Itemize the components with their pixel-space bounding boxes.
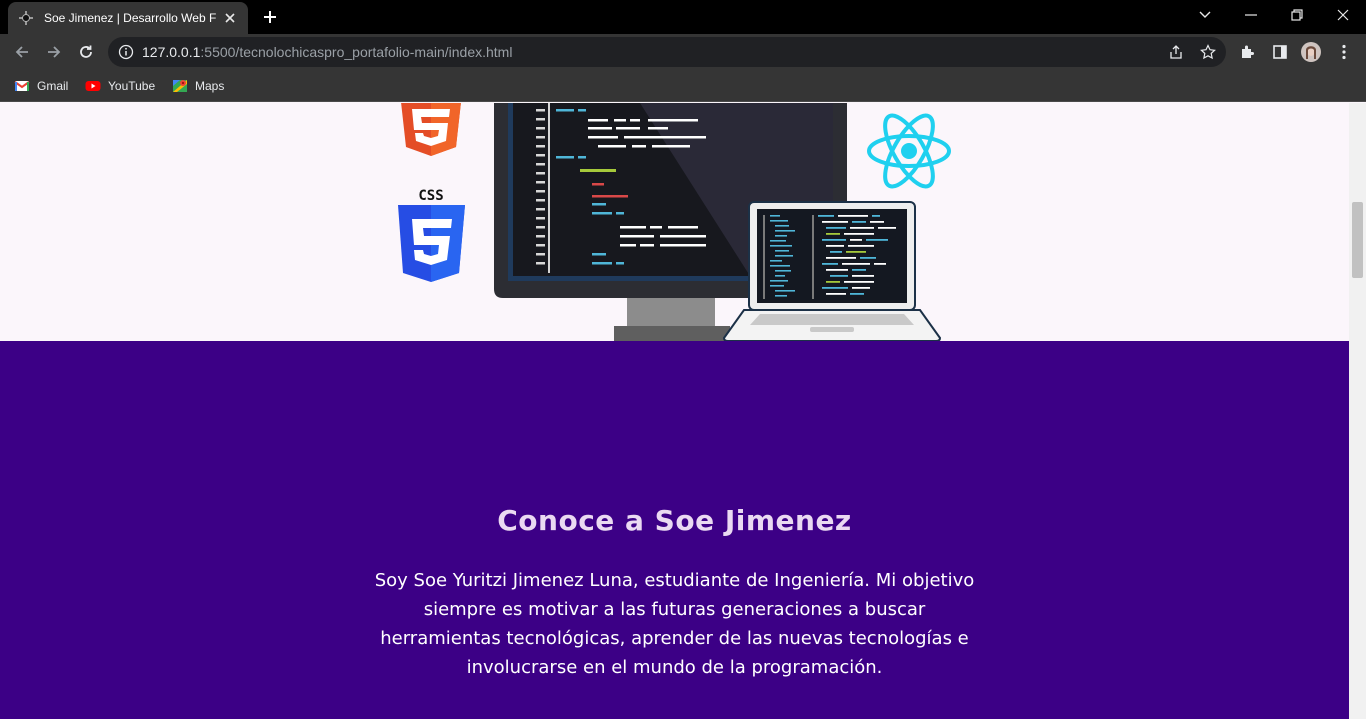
site-favicon-icon [18,10,34,26]
bookmark-label: Gmail [37,79,69,93]
hero-illustration: CSS [398,103,951,341]
browser-tab[interactable]: Soe Jimenez | Desarrollo Web Fro [8,2,248,34]
page-viewport: CSS Conoce a Soe Jimenez Soy Soe Yuritzi… [0,103,1349,719]
minimize-icon[interactable] [1228,0,1274,30]
tab-strip: Soe Jimenez | Desarrollo Web Fro [0,0,1366,34]
css3-logo-icon: CSS [398,188,465,282]
url-text: 127.0.0.1:5500/tecnolochicaspro_portafol… [142,44,513,60]
about-description: Soy Soe Yuritzi Jimenez Luna, estudiante… [374,570,975,678]
tab-search-chevron-icon[interactable] [1182,0,1228,30]
extensions-puzzle-icon[interactable] [1238,42,1258,62]
bookmarks-bar: Gmail YouTube Maps [0,70,1366,102]
bookmark-youtube[interactable]: YouTube [85,76,155,96]
css-badge-label: CSS [418,188,443,204]
restore-icon[interactable] [1274,0,1320,30]
react-logo-icon [867,113,951,189]
address-bar[interactable]: 127.0.0.1:5500/tecnolochicaspro_portafol… [108,37,1226,67]
profile-avatar[interactable] [1301,42,1321,62]
reload-icon[interactable] [72,38,100,66]
bookmark-gmail[interactable]: Gmail [14,76,68,96]
bookmark-star-icon[interactable] [1198,42,1218,62]
browser-toolbar: 127.0.0.1:5500/tecnolochicaspro_portafol… [0,34,1366,70]
scrollbar-thumb[interactable] [1352,202,1363,278]
about-title: Conoce a Soe Jimenez [497,504,852,537]
plus-icon[interactable] [258,6,282,28]
more-menu-icon[interactable] [1334,42,1354,62]
bookmark-label: YouTube [108,79,156,93]
forward-arrow-icon[interactable] [40,38,68,66]
close-window-icon[interactable] [1320,0,1366,30]
share-icon[interactable] [1166,42,1186,62]
bookmark-maps[interactable]: Maps [172,76,224,96]
html5-logo-icon [401,103,461,156]
page-scrollbar[interactable] [1349,103,1366,719]
laptop-icon [722,201,942,341]
youtube-icon [85,81,101,91]
close-icon[interactable] [222,10,238,26]
bookmark-label: Maps [195,79,225,93]
gmail-icon [14,81,30,91]
about-section: Conoce a Soe Jimenez Soy Soe Yuritzi Jim… [0,341,1349,719]
tab-title: Soe Jimenez | Desarrollo Web Fro [44,11,216,25]
site-info-icon[interactable] [118,44,134,60]
side-panel-icon[interactable] [1270,42,1290,62]
back-arrow-icon[interactable] [8,38,36,66]
maps-icon [173,80,187,92]
